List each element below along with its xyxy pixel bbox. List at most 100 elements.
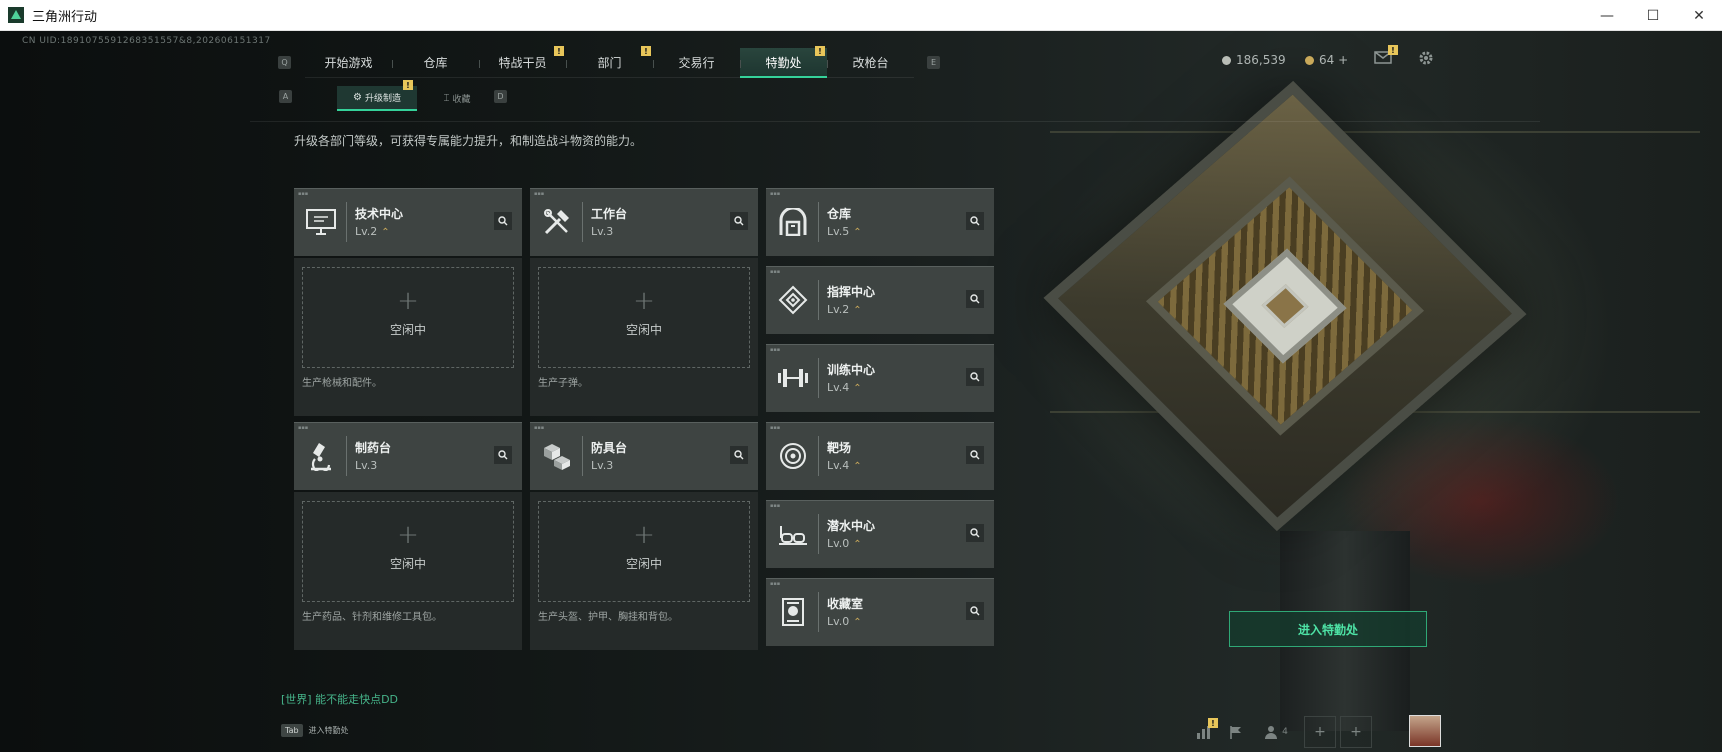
collection-icon: ⌶ (443, 93, 450, 104)
flag-icon (1230, 726, 1241, 739)
facility-name: 指挥中心 (827, 285, 876, 299)
subtab-upgrade-craft-label: 升级制造 (364, 94, 401, 104)
close-button[interactable]: ✕ (1676, 0, 1722, 31)
slot-status: 空闲中 (625, 557, 662, 571)
facility-warehouse[interactable]: ▪▪▪ 仓库 Lv.5 ⌃ (766, 188, 994, 256)
facility-level: Lv.3 (591, 225, 613, 238)
inspect-button[interactable] (494, 212, 512, 230)
inspect-button[interactable] (730, 212, 748, 230)
tab-hint[interactable]: Tab 进入特勤处 (281, 719, 349, 741)
invite-button[interactable]: + (1304, 716, 1336, 748)
facility-level-value: Lv.4 (827, 459, 850, 472)
friends-count: 4 (1282, 727, 1288, 737)
facility-collection-room[interactable]: ▪▪▪ 收藏室 Lv.0 ⌃ (766, 578, 994, 646)
tab-trading[interactable]: 交易行 (653, 48, 740, 78)
tab-warehouse[interactable]: 仓库 (392, 48, 479, 78)
inspect-button[interactable] (730, 446, 748, 464)
tab-special-ops[interactable]: 特勤处! (740, 46, 827, 78)
inspect-button[interactable] (494, 446, 512, 464)
stats-button[interactable]: ! (1188, 716, 1220, 748)
facility-name: 靶场 (827, 441, 852, 455)
facility-armor-bench[interactable]: ▪▪▪ 防具台 Lv.3 (530, 422, 758, 490)
subtab-right-key[interactable]: D (494, 90, 507, 103)
inspect-button[interactable] (966, 446, 984, 464)
craft-slot-tech-center[interactable]: + 空闲中 生产枪械和配件。 (294, 258, 522, 416)
mail-button[interactable]: ! (1374, 45, 1398, 64)
flag-button[interactable] (1220, 716, 1252, 748)
facility-range[interactable]: ▪▪▪ 靶场 Lv.4 ⌃ (766, 422, 994, 490)
tools-icon (540, 205, 574, 239)
inspect-button[interactable] (966, 212, 984, 230)
page-description: 升级各部门等级，可获得专属能力提升，和制造战斗物资的能力。 (294, 134, 643, 148)
maximize-button[interactable]: ☐ (1630, 0, 1676, 31)
search-icon (970, 216, 980, 226)
tab-departments[interactable]: 部门! (566, 46, 653, 78)
player-avatar[interactable] (1409, 715, 1441, 747)
notification-badge: ! (403, 80, 413, 90)
tab-gunsmith[interactable]: 改枪台 (827, 48, 914, 78)
facility-diving-center[interactable]: ▪▪▪ 潜水中心 Lv.0 ⌃ (766, 500, 994, 568)
card-id: ▪▪▪ (534, 425, 545, 431)
minimize-button[interactable]: — (1584, 0, 1630, 31)
enter-special-ops-button[interactable]: 进入特勤处 (1229, 611, 1427, 647)
divider (250, 121, 1540, 122)
facility-name: 技术中心 (355, 207, 404, 221)
facility-level-value: Lv.4 (827, 381, 850, 394)
facility-level: Lv.4 ⌃ (827, 459, 862, 472)
facility-name: 工作台 (591, 207, 628, 221)
add-icon: + (633, 520, 655, 550)
upgrade-arrow-icon: ⌃ (853, 383, 862, 394)
plus-icon: + (1350, 724, 1362, 740)
inspect-button[interactable] (966, 368, 984, 386)
facility-command-center[interactable]: ▪▪▪ 指挥中心 Lv.2 ⌃ (766, 266, 994, 334)
facility-workbench[interactable]: ▪▪▪ 工作台 Lv.3 (530, 188, 758, 256)
notification-badge: ! (554, 46, 564, 56)
target-icon (776, 439, 810, 473)
facility-level-value: Lv.3 (591, 459, 614, 472)
subtab-left-key[interactable]: A (279, 90, 292, 103)
invite-button[interactable]: + (1340, 716, 1372, 748)
microscope-icon (304, 439, 338, 473)
upgrade-arrow-icon: ⌃ (853, 461, 862, 472)
inspect-button[interactable] (966, 602, 984, 620)
ticket-balance[interactable]: 64 + (1305, 53, 1348, 67)
plus-icon: + (1314, 724, 1326, 740)
add-icon: + (633, 286, 655, 316)
facility-tech-center[interactable]: ▪▪▪ 技术中心 Lv.2 ⌃ (294, 188, 522, 256)
facility-training-center[interactable]: ▪▪▪ 训练中心 Lv.4 ⌃ (766, 344, 994, 412)
search-icon (970, 372, 980, 382)
facility-pharmacy[interactable]: ▪▪▪ 制药台 Lv.3 (294, 422, 522, 490)
tab-right-key[interactable]: E (927, 56, 940, 69)
inspect-button[interactable] (966, 524, 984, 542)
tab-operators[interactable]: 特战干员! (479, 46, 566, 78)
facility-level-value: Lv.3 (591, 225, 614, 238)
settings-button[interactable] (1418, 50, 1434, 66)
facility-level-value: Lv.0 (827, 615, 850, 628)
craft-slot-frame (302, 267, 514, 368)
goggles-icon (776, 517, 810, 551)
craft-slot-pharmacy[interactable]: + 空闲中 生产药品、针剂和维修工具包。 (294, 492, 522, 650)
facility-name: 制药台 (355, 441, 392, 455)
warehouse-icon (776, 205, 810, 239)
coin-amount: 186,539 (1236, 53, 1286, 67)
craft-slot-armor-bench[interactable]: + 空闲中 生产头盔、护甲、胸挂和背包。 (530, 492, 758, 650)
facility-level: Lv.2 ⌃ (827, 303, 862, 316)
coin-icon (1222, 55, 1231, 65)
upgrade-arrow-icon: ⌃ (853, 539, 862, 550)
subtab-collection[interactable]: ⌶ 收藏 (417, 86, 497, 111)
chat-message[interactable]: [世界] 能不能走快点DD (281, 691, 398, 707)
search-icon (970, 606, 980, 616)
friends-button[interactable]: 4 (1252, 716, 1300, 748)
subtab-upgrade-craft[interactable]: ⚙ 升级制造 ! (337, 80, 417, 111)
facility-level-value: Lv.2 (827, 303, 850, 316)
add-icon: + (397, 286, 419, 316)
card-id: ▪▪▪ (770, 347, 781, 353)
search-icon (498, 450, 508, 460)
craft-slot-workbench[interactable]: + 空闲中 生产子弹。 (530, 258, 758, 416)
tab-start-game[interactable]: 开始游戏 (305, 48, 392, 78)
inspect-button[interactable] (966, 290, 984, 308)
gear-icon: ⚙ (353, 92, 362, 103)
notification-badge: ! (815, 46, 825, 56)
tab-left-key[interactable]: Q (278, 56, 291, 69)
facility-level-value: Lv.5 (827, 225, 850, 238)
